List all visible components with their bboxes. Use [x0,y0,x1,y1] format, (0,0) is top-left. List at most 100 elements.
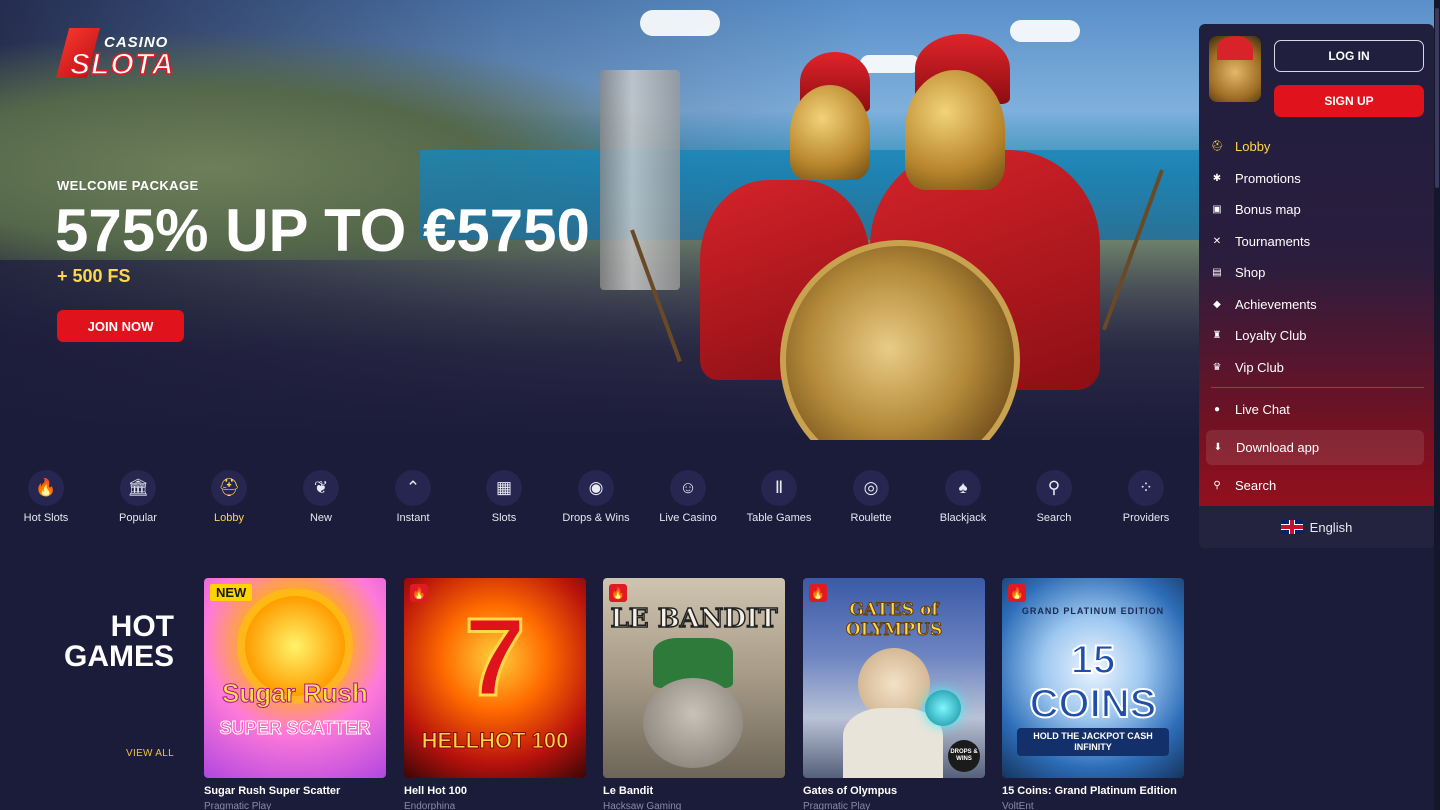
cloud [640,10,720,36]
promo-headline: 575% UP TO €5750 [55,197,590,264]
new-badge: NEW [210,584,253,601]
category-label: Table Games [746,512,812,524]
view-all-link[interactable]: VIEW ALL [120,748,174,759]
hot-badge-icon: 🔥 [609,584,627,602]
game-name: 15 Coins: Grand Platinum Edition [1002,785,1177,797]
game-thumbnail[interactable]: GRAND PLATINUM EDITION 15 COINS HOLD THE… [1002,578,1184,778]
sidebar-item-label: Shop [1235,264,1266,280]
category-label: Lobby [214,512,244,524]
category-label: Hot Slots [23,512,69,524]
category-label: Drops & Wins [562,512,630,524]
sidebar-item-label: Promotions [1235,170,1301,186]
promo-free-spins: + 500 FS [57,266,131,286]
category-label: Live Casino [659,512,717,524]
game-art-tagline: HOLD THE JACKPOT CASH INFINITY [1017,728,1169,756]
category-label: Slots [491,512,517,524]
sidebar-item-search[interactable]: ⚲ Search [1211,474,1424,496]
game-art-title: LE BANDIT [610,603,779,635]
sidebar-item-bonus-map[interactable]: ▣ Bonus map [1211,198,1424,220]
game-thumbnail[interactable]: LE BANDIT 🔥 [603,578,785,778]
category-label: Blackjack [939,512,987,524]
category-hot-slots[interactable]: 🔥 Hot Slots [0,470,92,524]
join-now-button[interactable]: JOIN NOW [57,310,184,342]
cards-icon: ♠ [945,470,981,506]
game-thumbnail[interactable]: Sugar Rush SUPER SCATTER NEW [204,578,386,778]
trophy-icon: ♜ [1212,329,1222,341]
sidebar-item-achievements[interactable]: ◆ Achievements [1211,293,1424,315]
sidebar-item-label: Vip Club [1235,359,1284,375]
category-new[interactable]: ❦ New [275,470,367,524]
slot-machine-icon: ▦ [486,470,522,506]
login-button[interactable]: LOG IN [1274,40,1424,72]
game-name: Le Bandit [603,785,654,797]
sidebar-item-lobby[interactable]: ⛑ Lobby [1211,135,1424,157]
casino-slota-logo[interactable]: CASINO SLOTA [56,24,202,82]
category-drops-wins[interactable]: ◉ Drops & Wins [550,470,642,524]
sidebar-item-shop[interactable]: ▤ Shop [1211,261,1424,283]
sidebar-item-vip-club[interactable]: ♛ Vip Club [1211,356,1424,378]
orb-art [925,690,961,726]
ticket-icon: ◆ [1213,298,1221,310]
game-card-gates-of-olympus[interactable]: GATES of OLYMPUS DROPS & WINS 🔥 Gates of… [803,578,985,810]
category-roulette[interactable]: ◎ Roulette [825,470,917,524]
instant-icon: ⌃ [395,470,431,506]
hot-badge-icon: 🔥 [809,584,827,602]
game-art-subtitle: GRAND PLATINUM EDITION [1021,606,1165,616]
game-card-sugar-rush[interactable]: Sugar Rush SUPER SCATTER NEW Sugar Rush … [204,578,386,810]
logo-text-bottom: SLOTA [69,47,175,82]
hot-badge-icon: 🔥 [410,584,428,602]
game-name: Hell Hot 100 [404,785,467,797]
sidebar-item-label: Tournaments [1235,233,1311,249]
category-table-games[interactable]: Ⅱ Table Games [733,470,825,524]
language-label: English [1309,519,1353,535]
sidebar-item-label: Bonus map [1235,201,1301,217]
signup-button[interactable]: SIGN UP [1274,85,1424,117]
sidebar-item-promotions[interactable]: ✱ Promotions [1211,167,1424,189]
sidebar-item-label: Lobby [1235,138,1271,154]
download-icon: ⬇ [1213,441,1223,453]
game-card-le-bandit[interactable]: LE BANDIT 🔥 Le Bandit Hacksaw Gaming [603,578,785,810]
game-card-15-coins[interactable]: GRAND PLATINUM EDITION 15 COINS HOLD THE… [1002,578,1184,810]
category-slots[interactable]: ▦ Slots [458,470,550,524]
game-art-title: GATES of OLYMPUS [845,600,943,641]
language-selector[interactable]: English [1199,506,1434,548]
category-label: Instant [396,512,430,524]
game-art-title: 7 [463,596,527,719]
roulette-icon: ◎ [853,470,889,506]
shop-icon: ▤ [1212,266,1222,278]
sidebar-item-tournaments[interactable]: ✕ Tournaments [1211,230,1424,252]
category-blackjack[interactable]: ♠ Blackjack [917,470,1009,524]
category-popular[interactable]: 🏛 Popular [92,470,184,524]
laurel-icon: ❦ [303,470,339,506]
game-card-hell-hot-100[interactable]: 7 HELLHOT 100 🔥 Hell Hot 100 Endorphina [404,578,586,810]
game-art-subtitle: SUPER SCATTER [219,718,371,739]
hot-badge-icon: 🔥 [1008,584,1026,602]
sidebar-item-loyalty-club[interactable]: ♜ Loyalty Club [1211,324,1424,346]
game-provider: Hacksaw Gaming [603,801,682,810]
category-lobby[interactable]: ⛑ Lobby [183,470,275,524]
category-label: Providers [1122,512,1170,524]
game-provider: Endorphina [404,801,456,810]
sidebar-item-download-app[interactable]: ⬇ Download app [1212,436,1425,458]
avatar[interactable] [1209,36,1261,102]
category-search[interactable]: ⚲ Search [1008,470,1100,524]
category-providers[interactable]: ⁘ Providers [1100,470,1192,524]
category-label: Popular [119,512,157,524]
sidebar-item-label: Search [1235,477,1277,493]
drops-wins-badge: DROPS & WINS [948,740,980,772]
category-bar: 🔥 Hot Slots 🏛 Popular ⛑ Lobby ❦ New ⌃ In… [0,470,1192,530]
category-live-casino[interactable]: ☺ Live Casino [642,470,734,524]
search-icon: ⚲ [1213,479,1221,491]
game-thumbnail[interactable]: GATES of OLYMPUS DROPS & WINS 🔥 [803,578,985,778]
page-scrollbar[interactable] [1434,0,1440,810]
pillar-icon: Ⅱ [761,470,797,506]
scrollbar-thumb[interactable] [1435,8,1439,188]
category-instant[interactable]: ⌃ Instant [367,470,459,524]
promo-kicker: WELCOME PACKAGE [57,178,199,193]
game-thumbnail[interactable]: 7 HELLHOT 100 🔥 [404,578,586,778]
game-name: Gates of Olympus [803,785,898,797]
sidebar-item-live-chat[interactable]: ● Live Chat [1211,398,1424,420]
crown-icon: ♛ [1212,361,1222,373]
side-menu: LOG IN SIGN UP ⛑ Lobby ✱ Promotions ▣ Bonus… [1199,24,1434,548]
game-provider: Pragmatic Play [803,801,871,810]
